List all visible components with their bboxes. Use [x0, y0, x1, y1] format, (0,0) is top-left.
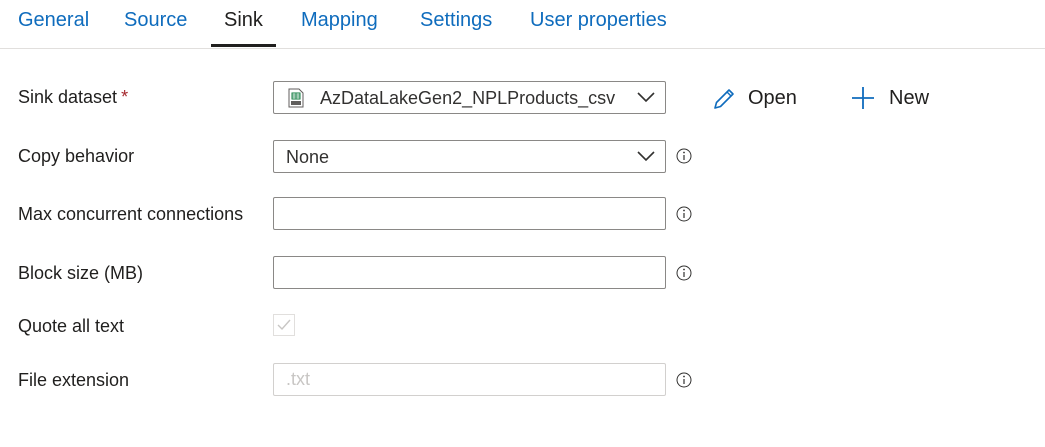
- sink-dataset-value: AzDataLakeGen2_NPLProducts_csv: [320, 88, 616, 108]
- open-button-label: Open: [748, 87, 797, 109]
- sink-dataset-label: Sink dataset *: [18, 87, 128, 108]
- info-icon[interactable]: [676, 265, 692, 281]
- new-button-label: New: [889, 87, 930, 109]
- tab-mapping[interactable]: Mapping: [301, 9, 378, 32]
- max-connections-input[interactable]: [274, 198, 665, 229]
- max-connections-label: Max concurrent connections: [18, 204, 244, 224]
- quote-all-text-checkbox[interactable]: [273, 314, 295, 336]
- tab-user-properties[interactable]: User properties: [530, 9, 667, 32]
- max-connections-field[interactable]: [273, 197, 666, 230]
- file-extension-input[interactable]: [274, 364, 665, 395]
- tab-settings[interactable]: Settings: [420, 9, 492, 32]
- plus-icon: [852, 87, 874, 109]
- sink-dataset-label-text: Sink dataset: [18, 87, 118, 107]
- chevron-down-icon: [637, 151, 655, 162]
- csv-file-icon: [288, 88, 304, 108]
- info-icon[interactable]: [676, 372, 692, 388]
- chevron-down-icon: [637, 92, 655, 103]
- pencil-icon: [714, 89, 734, 109]
- file-extension-label: File extension: [18, 370, 130, 390]
- tab-source[interactable]: Source: [124, 9, 187, 32]
- copy-behavior-dropdown[interactable]: None: [273, 140, 666, 173]
- info-icon[interactable]: [676, 206, 692, 222]
- block-size-label: Block size (MB): [18, 263, 144, 283]
- copy-behavior-label: Copy behavior: [18, 146, 135, 166]
- tab-bar: General Source Sink Mapping Settings Use…: [0, 0, 1045, 49]
- sink-dataset-dropdown[interactable]: AzDataLakeGen2_NPLProducts_csv: [273, 81, 666, 114]
- block-size-field[interactable]: [273, 256, 666, 289]
- active-tab-indicator: [211, 44, 276, 47]
- file-extension-field[interactable]: [273, 363, 666, 396]
- required-marker: *: [121, 87, 129, 107]
- tab-sink[interactable]: Sink: [224, 9, 263, 32]
- block-size-input[interactable]: [274, 257, 665, 288]
- copy-behavior-value: None: [286, 147, 330, 167]
- checkmark-icon: [277, 319, 291, 331]
- tab-general[interactable]: General: [18, 9, 89, 32]
- info-icon[interactable]: [676, 148, 692, 164]
- quote-all-text-label: Quote all text: [18, 316, 125, 336]
